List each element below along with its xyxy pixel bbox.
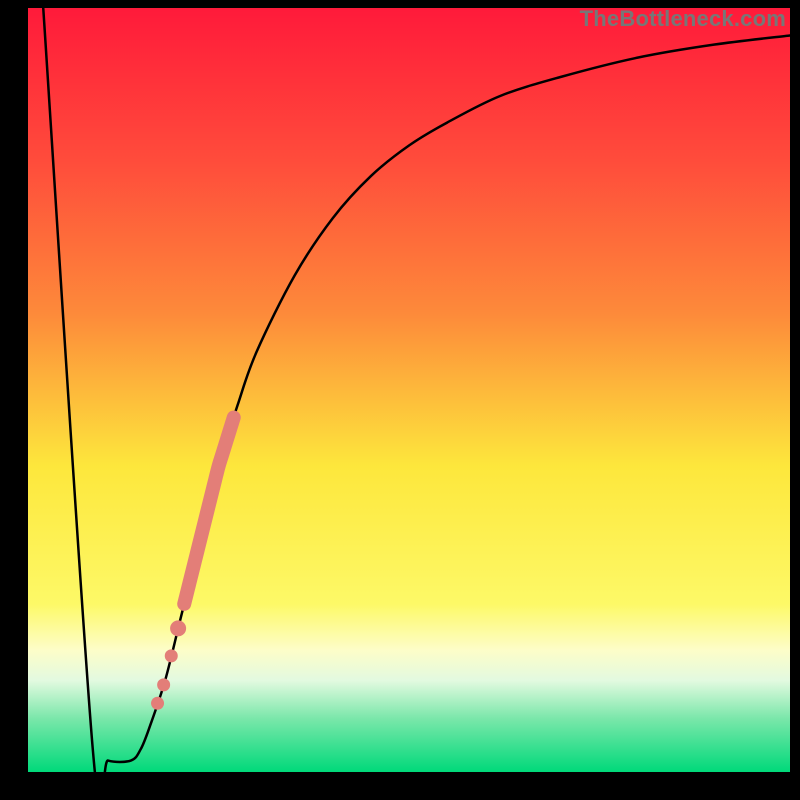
watermark-text: TheBottleneck.com — [580, 6, 786, 32]
chart-svg — [0, 0, 800, 800]
curve-marker — [151, 697, 164, 710]
curve-marker — [165, 649, 178, 662]
plot-background — [28, 8, 790, 772]
curve-marker — [157, 678, 170, 691]
bottleneck-chart: TheBottleneck.com — [0, 0, 800, 800]
curve-marker — [170, 620, 186, 636]
